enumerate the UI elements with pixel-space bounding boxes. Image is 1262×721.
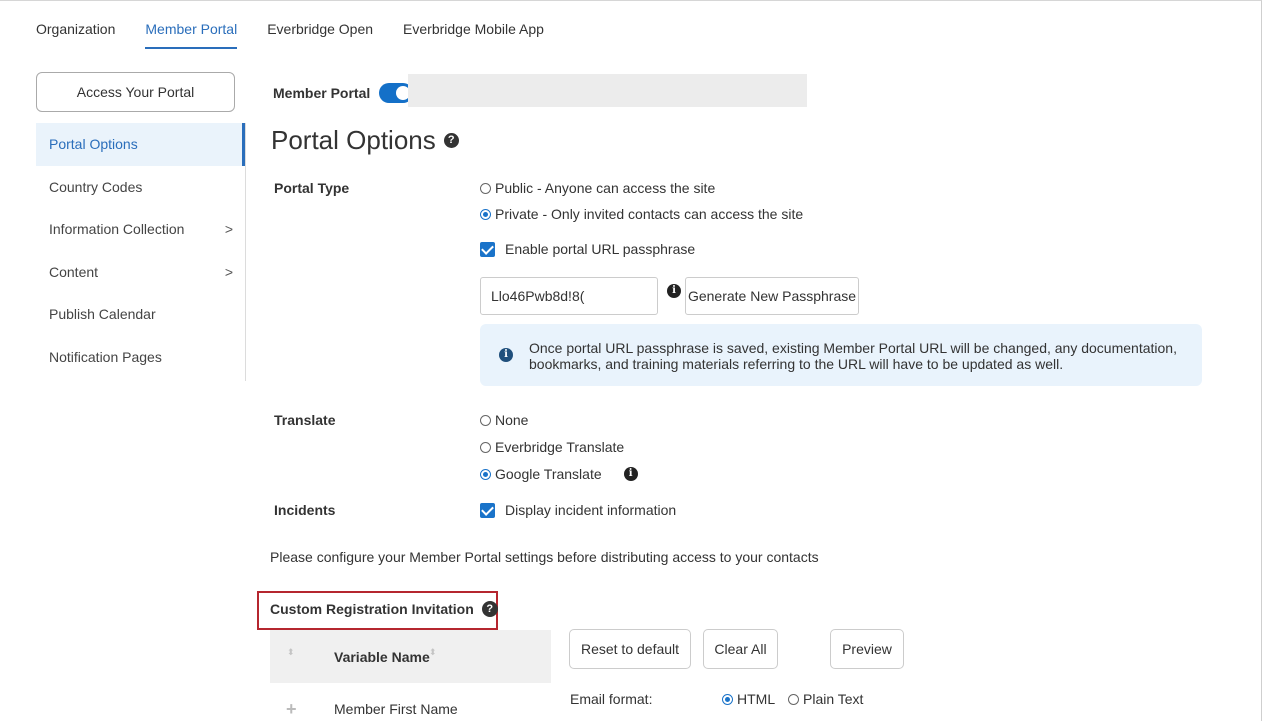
radio-private[interactable] — [480, 208, 491, 220]
portal-type-private-label: Private - Only invited contacts can acce… — [495, 206, 804, 222]
sidebar-item-label: Country Codes — [49, 178, 143, 195]
email-format-label: Email format: — [570, 691, 653, 707]
tab-member-portal[interactable]: Member Portal — [145, 21, 237, 49]
variable-table-header: ⬍ Variable Name ⬍ — [270, 630, 551, 683]
radio-html[interactable] — [722, 693, 733, 705]
radio-plain-text[interactable] — [788, 693, 799, 705]
access-your-portal-button[interactable]: Access Your Portal — [36, 72, 235, 112]
portal-type-public-label: Public - Anyone can access the site — [495, 180, 716, 196]
tab-everbridge-mobile-app[interactable]: Everbridge Mobile App — [403, 21, 544, 49]
reset-to-default-button[interactable]: Reset to default — [569, 629, 691, 669]
preview-button[interactable]: Preview — [830, 629, 904, 669]
clear-all-button[interactable]: Clear All — [703, 629, 778, 669]
sidebar: Portal Options Country Codes Information… — [36, 123, 246, 381]
display-incident-checkbox[interactable] — [480, 502, 495, 518]
sidebar-item-notification-pages[interactable]: Notification Pages — [36, 336, 245, 379]
app-frame: Organization Member Portal Everbridge Op… — [0, 0, 1262, 721]
translate-none-option[interactable]: None — [480, 412, 528, 428]
member-portal-toggle-row: Member Portal — [273, 83, 414, 103]
sidebar-item-information-collection[interactable]: Information Collection > — [36, 208, 245, 251]
email-format-plain-label: Plain Text — [803, 691, 864, 707]
sidebar-item-label: Portal Options — [49, 136, 138, 152]
email-format-html-label: HTML — [737, 691, 776, 707]
passphrase-alert: i Once portal URL passphrase is saved, e… — [480, 324, 1202, 386]
table-row[interactable]: Member First Name — [334, 701, 458, 717]
portal-type-public-option[interactable]: Public - Anyone can access the site — [480, 180, 715, 196]
redacted-url-bar — [408, 74, 807, 107]
sidebar-item-label: Publish Calendar — [49, 306, 156, 322]
radio-public[interactable] — [480, 182, 491, 194]
top-tabs: Organization Member Portal Everbridge Op… — [36, 21, 574, 49]
sidebar-item-label: Content — [49, 263, 99, 280]
chevron-right-icon: > — [224, 221, 233, 237]
incidents-option[interactable]: Display incident information — [480, 502, 676, 518]
radio-translate-everbridge[interactable] — [480, 441, 491, 453]
radio-translate-none[interactable] — [480, 414, 491, 426]
help-icon[interactable]: ? — [481, 601, 498, 617]
chevron-right-icon: > — [224, 263, 233, 280]
sidebar-item-label: Notification Pages — [49, 348, 162, 365]
tab-everbridge-open[interactable]: Everbridge Open — [267, 21, 373, 49]
translate-google-label: Google Translate — [495, 466, 602, 482]
page-title: Portal Options ? — [271, 125, 459, 156]
portal-type-private-option[interactable]: Private - Only invited contacts can acce… — [480, 206, 803, 222]
add-icon[interactable]: + — [286, 699, 297, 720]
sidebar-item-country-codes[interactable]: Country Codes — [36, 166, 245, 209]
portal-type-label: Portal Type — [274, 180, 350, 196]
custom-registration-title: Custom Registration Invitation ? — [270, 601, 498, 617]
help-icon[interactable]: ? — [443, 133, 459, 148]
translate-everbridge-option[interactable]: Everbridge Translate — [480, 439, 624, 455]
display-incident-label: Display incident information — [505, 502, 677, 518]
enable-passphrase-label: Enable portal URL passphrase — [505, 241, 696, 257]
sidebar-item-portal-options[interactable]: Portal Options — [36, 123, 245, 166]
translate-label: Translate — [274, 412, 336, 428]
translate-everbridge-label: Everbridge Translate — [495, 439, 625, 455]
email-format-plain-option[interactable]: Plain Text — [788, 691, 863, 707]
page-title-text: Portal Options — [271, 125, 436, 155]
sort-icon[interactable]: ⬍ — [287, 648, 295, 657]
custom-registration-title-text: Custom Registration Invitation — [270, 601, 474, 617]
passphrase-alert-text: Once portal URL passphrase is saved, exi… — [529, 340, 1177, 372]
sidebar-item-publish-calendar[interactable]: Publish Calendar — [36, 293, 245, 336]
translate-none-label: None — [495, 412, 529, 428]
sidebar-item-content[interactable]: Content > — [36, 251, 245, 294]
member-portal-label: Member Portal — [273, 85, 371, 101]
passphrase-input[interactable] — [480, 277, 658, 315]
sidebar-item-label: Information Collection — [49, 221, 185, 237]
configure-message: Please configure your Member Portal sett… — [270, 549, 819, 565]
sort-icon[interactable]: ⬍ — [429, 648, 437, 657]
variable-name-header[interactable]: Variable Name — [334, 649, 430, 665]
enable-passphrase-option[interactable]: Enable portal URL passphrase — [480, 241, 695, 257]
email-format-html-option[interactable]: HTML — [722, 691, 775, 707]
translate-google-option[interactable]: Google Translate i — [480, 466, 638, 482]
google-translate-info-icon[interactable]: i — [623, 467, 638, 481]
generate-passphrase-button[interactable]: Generate New Passphrase — [685, 277, 859, 315]
tab-organization[interactable]: Organization — [36, 21, 115, 49]
enable-passphrase-checkbox[interactable] — [480, 241, 495, 257]
radio-translate-google[interactable] — [480, 468, 491, 480]
incidents-label: Incidents — [274, 502, 336, 518]
passphrase-info-icon[interactable]: i — [667, 284, 681, 298]
info-icon: i — [499, 348, 513, 362]
